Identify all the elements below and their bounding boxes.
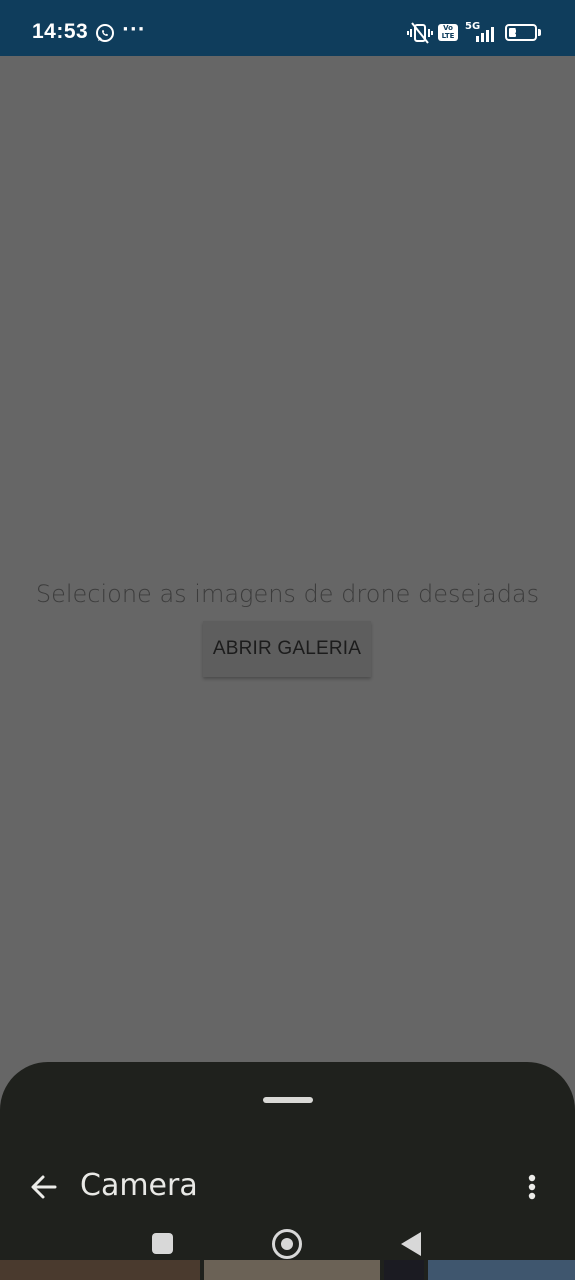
battery-text: 31 xyxy=(514,26,528,38)
thumbnail-strip xyxy=(0,1260,575,1280)
select-images-prompt: Selecione as imagens de drone desejadas xyxy=(35,580,540,608)
sheet-title: Camera xyxy=(80,1168,198,1203)
bottom-sheet: Camera xyxy=(0,1062,575,1280)
circle-icon[interactable] xyxy=(272,1229,302,1259)
triangle-left-icon[interactable] xyxy=(400,1231,422,1261)
square-icon[interactable] xyxy=(152,1233,173,1254)
arrow-left-icon[interactable] xyxy=(30,1173,58,1205)
battery-icon: 31 xyxy=(505,24,537,41)
volte-label: Vo LTE xyxy=(441,24,455,40)
open-gallery-button[interactable]: ABRIR GALERIA xyxy=(203,621,371,677)
drag-handle[interactable] xyxy=(263,1097,313,1103)
more-notifications-icon: ··· xyxy=(122,19,146,40)
vibrate-off-icon xyxy=(407,22,433,48)
whatsapp-icon xyxy=(95,23,115,47)
signal-icon xyxy=(476,26,498,46)
status-bar: 14:53 ··· Vo LTE 5G 31 xyxy=(0,0,575,56)
more-vert-icon[interactable] xyxy=(528,1174,536,1204)
thumbnail[interactable] xyxy=(0,1260,200,1280)
thumbnail[interactable] xyxy=(384,1260,424,1280)
volte-icon: Vo LTE xyxy=(438,24,458,41)
thumbnail[interactable] xyxy=(428,1260,575,1280)
thumbnail[interactable] xyxy=(204,1260,380,1280)
battery-tip xyxy=(538,29,541,36)
status-time: 14:53 xyxy=(32,20,89,43)
home-dot xyxy=(281,1238,293,1250)
